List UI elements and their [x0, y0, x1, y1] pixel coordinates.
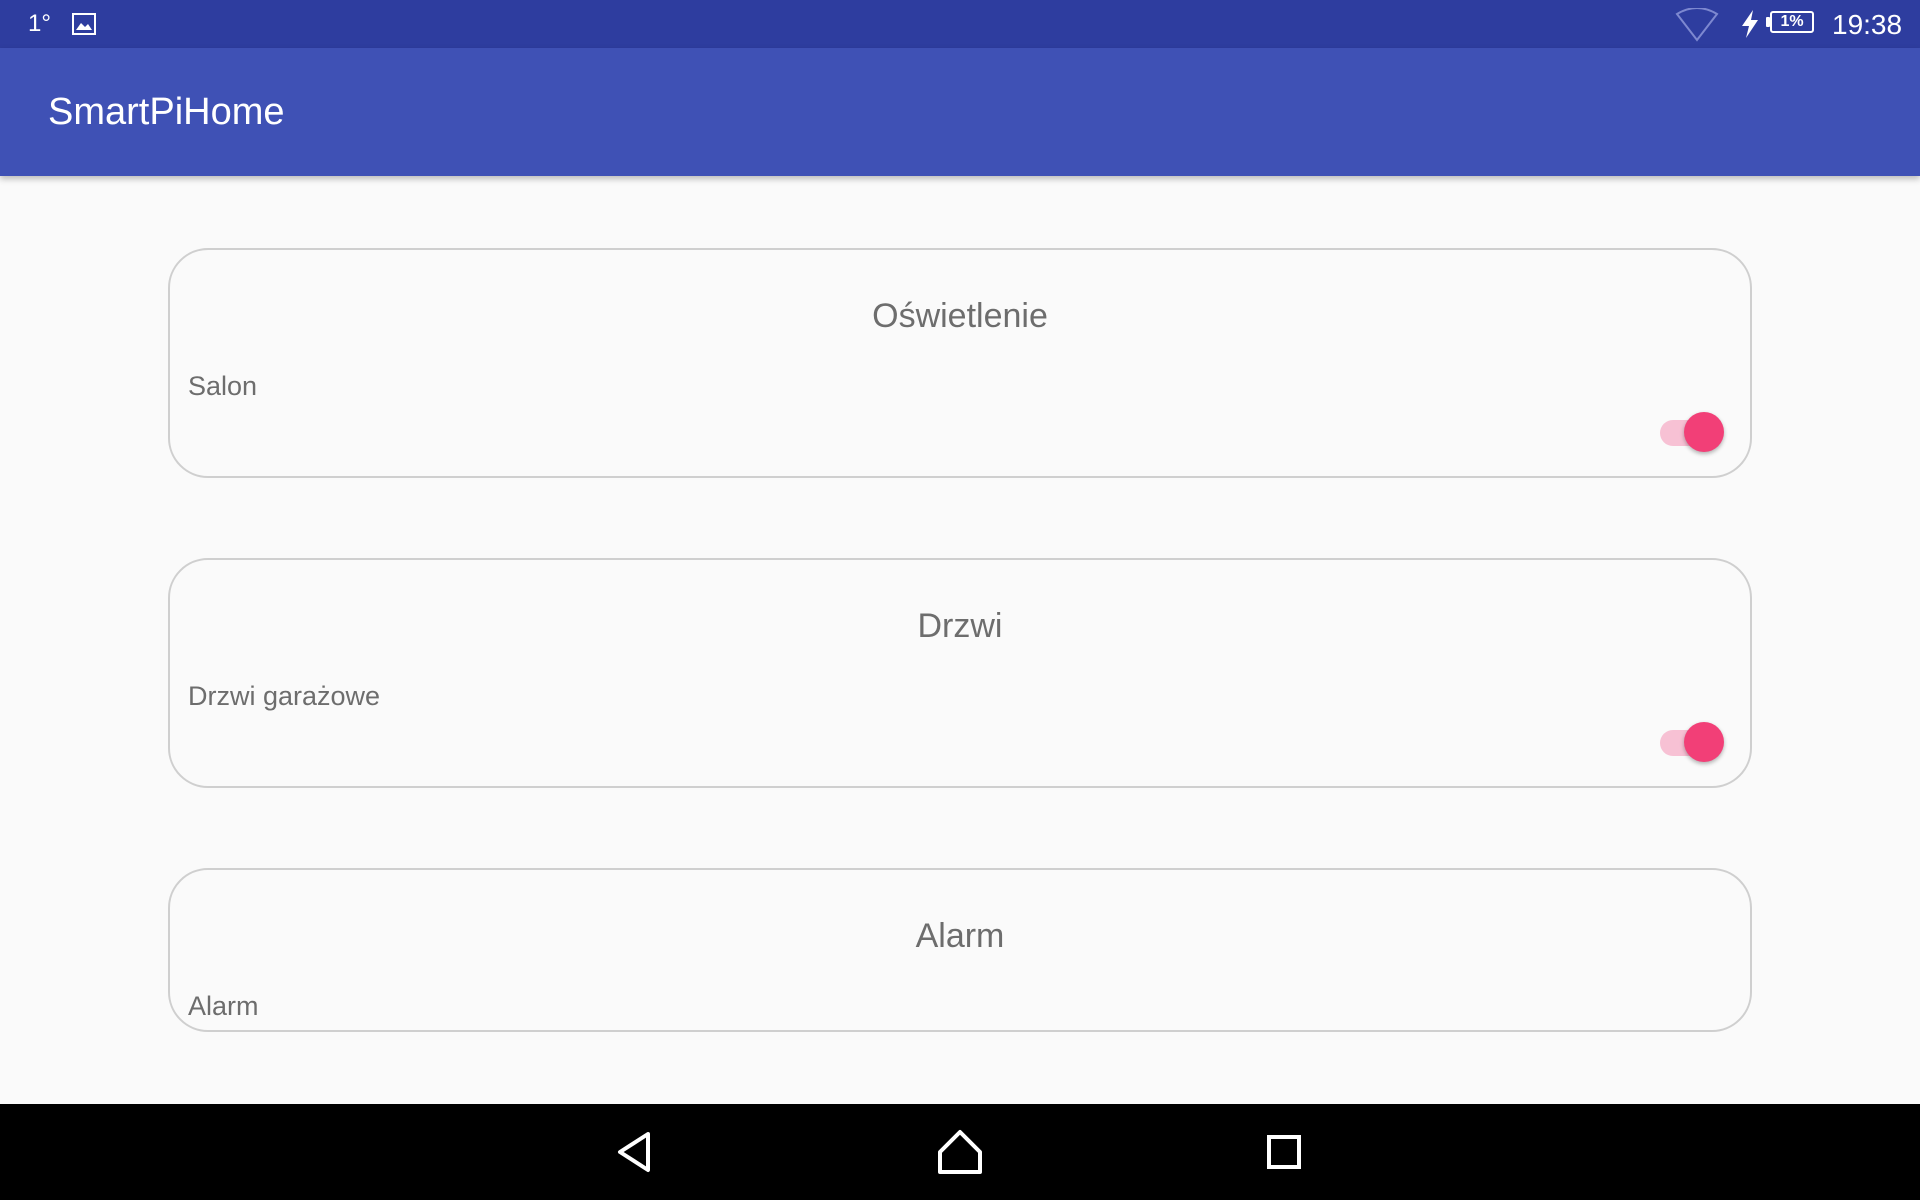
image-icon [72, 13, 96, 35]
status-clock: 19:38 [1832, 9, 1903, 40]
salon-light-switch[interactable] [1660, 410, 1728, 454]
back-icon[interactable] [608, 1124, 664, 1180]
recents-icon[interactable] [1256, 1124, 1312, 1180]
wifi-icon [1675, 8, 1719, 42]
charging-bolt-icon [1742, 10, 1758, 38]
card-alarm: Alarm Alarm [168, 868, 1752, 1032]
main-content[interactable]: Oświetlenie Salon Drzwi Drzwi garażowe A… [0, 176, 1920, 1104]
card-title: Drzwi [917, 607, 1003, 645]
app-bar: SmartPiHome [0, 48, 1920, 176]
status-bar: 1° 1% 19:38 [0, 0, 1920, 48]
switch-thumb [1684, 722, 1724, 762]
app-title: SmartPiHome [48, 91, 285, 133]
card-item-label: Drzwi garażowe [188, 681, 381, 711]
battery-icon: 1% [1766, 11, 1816, 35]
card-item-label: Salon [188, 371, 258, 401]
navigation-bar [0, 1104, 1920, 1200]
card-lighting: Oświetlenie Salon [168, 248, 1752, 478]
card-title: Oświetlenie [872, 297, 1048, 335]
card-item-label: Alarm [188, 991, 259, 1021]
switch-thumb [1684, 412, 1724, 452]
card-title: Alarm [915, 917, 1005, 955]
battery-percent: 1% [1770, 11, 1814, 33]
home-icon[interactable] [932, 1124, 988, 1180]
card-doors: Drzwi Drzwi garażowe [168, 558, 1752, 788]
weather-temperature: 1° [28, 10, 51, 37]
garage-door-switch[interactable] [1660, 720, 1728, 764]
